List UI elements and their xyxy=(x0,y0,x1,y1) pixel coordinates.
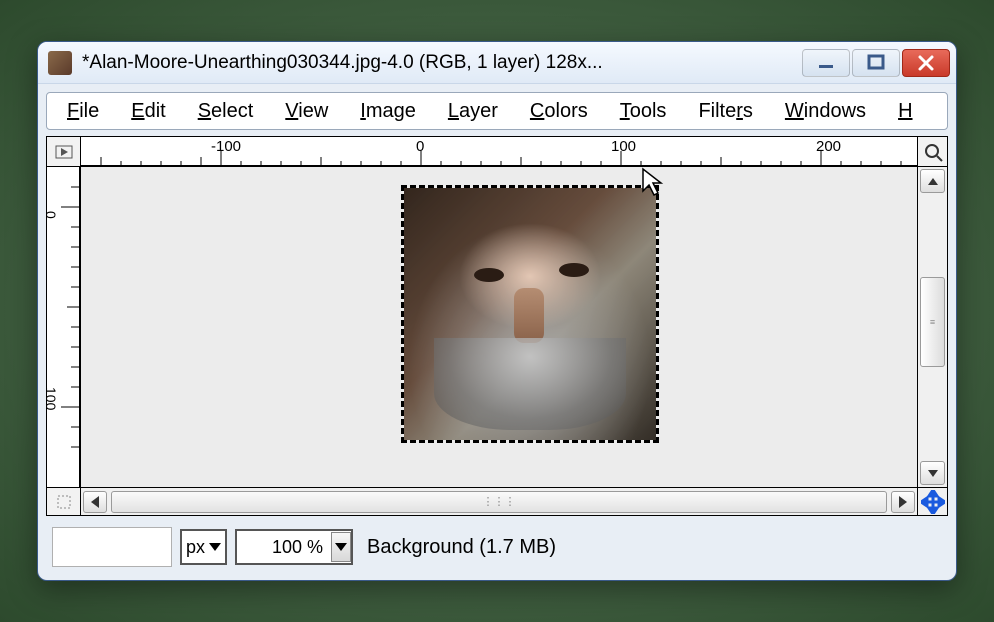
pointer-position xyxy=(52,527,172,567)
minimize-button[interactable] xyxy=(802,49,850,77)
ruler-h-label: 200 xyxy=(816,138,841,155)
minimize-icon xyxy=(817,54,835,72)
workspace: -100 0 100 200 xyxy=(46,136,948,516)
play-icon xyxy=(55,145,73,159)
canvas-corner-bl xyxy=(47,487,81,515)
menu-filters[interactable]: Filters xyxy=(684,96,766,127)
ruler-v-label: 100 xyxy=(47,387,59,411)
navigate-button[interactable] xyxy=(917,487,947,515)
unit-label: px xyxy=(186,537,205,558)
selection-icon xyxy=(56,494,72,510)
menu-windows[interactable]: Windows xyxy=(771,96,880,127)
titlebar: *Alan-Moore-Unearthing030344.jpg-4.0 (RG… xyxy=(38,42,956,84)
app-icon xyxy=(48,51,72,75)
ruler-h-label: 0 xyxy=(416,138,424,155)
menu-edit[interactable]: Edit xyxy=(117,96,179,127)
close-button[interactable] xyxy=(902,49,950,77)
ruler-h-label: 100 xyxy=(611,138,636,155)
move-icon xyxy=(921,490,945,514)
menu-colors[interactable]: Colors xyxy=(516,96,602,127)
vertical-scrollbar[interactable]: ≡ xyxy=(917,167,947,487)
menu-file[interactable]: File xyxy=(53,96,113,127)
menu-layer[interactable]: Layer xyxy=(434,96,512,127)
menu-image[interactable]: Image xyxy=(346,96,430,127)
statusbar: px 100 % Background (1.7 MB) xyxy=(46,522,948,572)
close-icon xyxy=(917,54,935,72)
app-window: *Alan-Moore-Unearthing030344.jpg-4.0 (RG… xyxy=(37,41,957,581)
canvas[interactable] xyxy=(81,167,917,487)
scroll-thumb-horizontal[interactable]: ⋮⋮⋮ xyxy=(111,491,887,513)
ruler-h-label: -100 xyxy=(211,138,241,155)
scroll-left-button[interactable] xyxy=(83,491,107,513)
chevron-up-icon xyxy=(928,178,938,185)
window-buttons xyxy=(802,49,950,77)
chevron-right-icon xyxy=(899,496,907,508)
menu-view[interactable]: View xyxy=(271,96,342,127)
ruler-vertical[interactable]: 0 100 xyxy=(47,167,81,487)
window-title: *Alan-Moore-Unearthing030344.jpg-4.0 (RG… xyxy=(82,52,802,74)
menu-select[interactable]: Select xyxy=(184,96,268,127)
image-selection[interactable] xyxy=(401,185,659,443)
chevron-left-icon xyxy=(91,496,99,508)
scroll-right-button[interactable] xyxy=(891,491,915,513)
unit-dropdown[interactable]: px xyxy=(180,529,227,565)
layer-info: Background (1.7 MB) xyxy=(367,536,556,559)
zoom-fit-button[interactable] xyxy=(917,137,947,167)
chevron-down-icon xyxy=(335,543,347,551)
scroll-thumb-vertical[interactable]: ≡ xyxy=(920,277,945,367)
scroll-down-button[interactable] xyxy=(920,461,945,485)
zoom-value[interactable]: 100 % xyxy=(237,537,327,558)
menu-tools[interactable]: Tools xyxy=(606,96,681,127)
horizontal-scrollbar[interactable]: ⋮⋮⋮ xyxy=(81,487,917,515)
ruler-horizontal[interactable]: -100 0 100 200 xyxy=(81,137,917,167)
maximize-button[interactable] xyxy=(852,49,900,77)
quickmask-toggle[interactable] xyxy=(47,137,81,167)
menubar: File Edit Select View Image Layer Colors… xyxy=(46,92,948,130)
ruler-v-label: 0 xyxy=(47,211,59,219)
maximize-icon xyxy=(867,54,885,72)
zoom-dropdown[interactable]: 100 % xyxy=(235,529,353,565)
menu-help[interactable]: H xyxy=(884,96,926,127)
chevron-down-icon xyxy=(209,543,221,551)
magnifier-icon xyxy=(923,142,943,162)
scroll-up-button[interactable] xyxy=(920,169,945,193)
chevron-down-icon xyxy=(928,470,938,477)
zoom-dropdown-button[interactable] xyxy=(331,532,351,562)
